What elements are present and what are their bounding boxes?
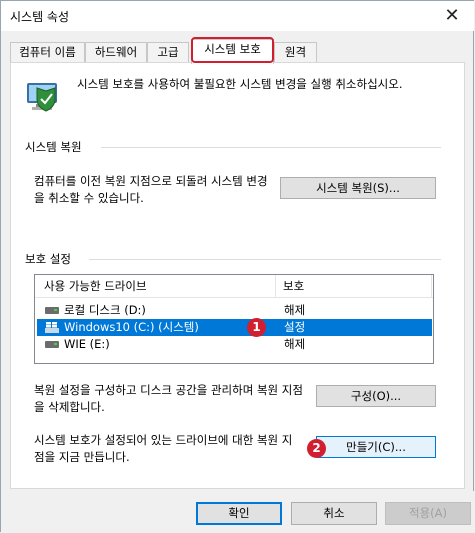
configure-button[interactable]: 구성(O)... [316, 385, 436, 407]
protection-settings-divider [89, 259, 441, 260]
tab-remote[interactable]: 원격 [274, 42, 317, 62]
drive-row-d[interactable]: 로컬 디스크 (D:) 해제 [37, 302, 432, 319]
window-title: 시스템 속성 [10, 10, 70, 24]
drive-list-header: 사용 가능한 드라이브 보호 [35, 275, 433, 298]
create-restore-point-button[interactable]: 만들기(C)... [316, 436, 436, 458]
column-separator [275, 275, 276, 297]
column-separator [431, 275, 432, 297]
title-bar[interactable]: 시스템 속성 ✕ [1, 1, 474, 31]
computer-shield-icon [27, 83, 57, 112]
drive-icon [45, 341, 59, 348]
drive-row-e[interactable]: WIE (E:) 해제 [37, 336, 432, 353]
create-restore-point-text: 시스템 보호가 설정되어 있는 드라이브에 대한 복원 지점을 지금 만듭니다. [34, 433, 293, 464]
close-icon[interactable]: ✕ [437, 4, 467, 28]
protection-settings-title: 보호 설정 [25, 251, 75, 267]
system-protection-description: 시스템 보호를 사용하여 불필요한 시스템 변경을 실행 취소하십시오. [77, 77, 403, 91]
tab-computer-name[interactable]: 컴퓨터 이름 [10, 42, 85, 62]
apply-button[interactable]: 적용(A) [385, 502, 471, 525]
system-restore-title: 시스템 복원 [25, 139, 86, 155]
system-restore-button[interactable]: 시스템 복원(S)... [280, 177, 436, 199]
drive-name: 로컬 디스크 (D:) [64, 303, 146, 317]
tab-system-protection[interactable]: 시스템 보호 [191, 39, 274, 64]
drive-protection-status: 설정 [284, 320, 306, 334]
tab-advanced[interactable]: 고급 [147, 42, 189, 62]
annotation-badge-1: 1 [247, 318, 266, 337]
tab-hardware[interactable]: 하드웨어 [85, 42, 147, 62]
drive-protection-status: 해제 [284, 303, 306, 317]
system-restore-text: 컴퓨터를 이전 복원 지점으로 되돌려 시스템 변경을 취소할 수 있습니다. [34, 174, 268, 205]
drive-protection-status: 해제 [284, 337, 306, 351]
ok-button[interactable]: 확인 [196, 502, 282, 525]
drive-icon [45, 307, 59, 314]
column-available-drives[interactable]: 사용 가능한 드라이브 [44, 278, 147, 294]
system-properties-window: 시스템 속성 ✕ 컴퓨터 이름 하드웨어 고급 시스템 보호 원격 시스템 보호… [0, 0, 474, 533]
drive-row-c[interactable]: Windows10 (C:) (시스템) 설정 [37, 319, 432, 336]
cancel-button[interactable]: 취소 [291, 502, 377, 525]
annotation-badge-2: 2 [307, 439, 326, 458]
drive-list[interactable]: 사용 가능한 드라이브 보호 로컬 디스크 (D:) 해제 Windows10 … [34, 274, 434, 364]
column-protection[interactable]: 보호 [283, 278, 304, 294]
configure-text: 복원 설정을 구성하고 디스크 공간을 관리하며 복원 지점을 삭제합니다. [34, 383, 303, 414]
system-restore-divider [101, 147, 441, 148]
drive-name: Windows10 (C:) (시스템) [64, 320, 199, 334]
drive-name: WIE (E:) [64, 337, 110, 351]
windows-drive-icon [45, 322, 59, 333]
